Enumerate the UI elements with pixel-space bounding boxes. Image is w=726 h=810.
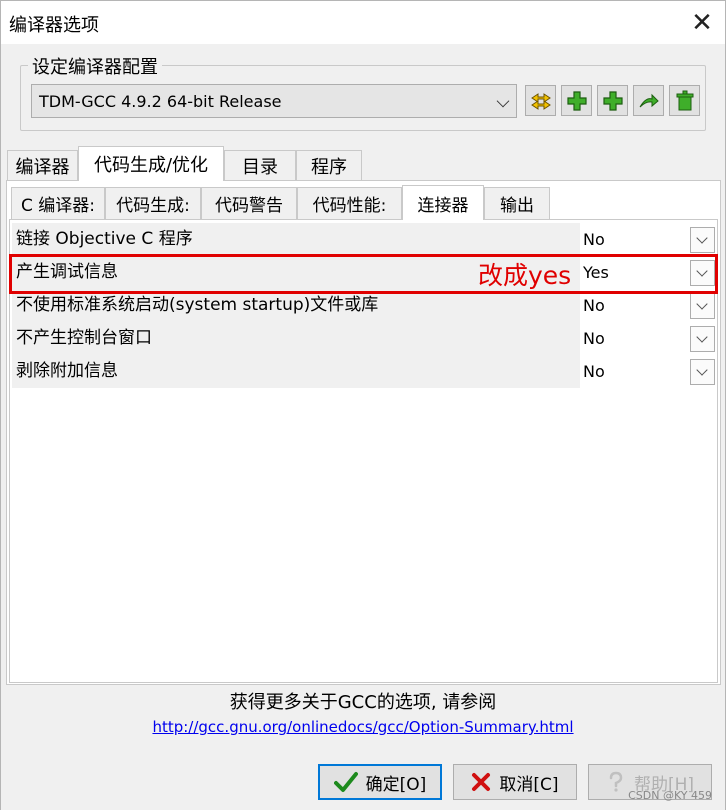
delete-icon: [676, 90, 693, 110]
chevron-down-icon[interactable]: [690, 293, 715, 319]
import-compiler-button[interactable]: [633, 85, 664, 116]
tab-code-warnings[interactable]: 代码警告: [201, 187, 297, 219]
tab-label: 编译器: [15, 156, 70, 178]
close-icon: ✕: [691, 8, 713, 38]
tab-label: 目录: [242, 156, 278, 178]
compiler-set-value: TDM-GCC 4.9.2 64-bit Release: [39, 92, 282, 111]
tab-label: 代码生成:: [116, 196, 190, 216]
close-button[interactable]: ✕: [679, 1, 725, 45]
cancel-button[interactable]: 取消[C]: [453, 764, 577, 800]
ok-label: 确定[O]: [365, 774, 427, 795]
checkmark-icon: [333, 772, 358, 792]
import-icon: [639, 93, 659, 107]
info-text: 获得更多关于GCC的选项, 请参阅: [229, 692, 497, 713]
delete-compiler-button[interactable]: [669, 85, 700, 116]
compiler-set-select[interactable]: TDM-GCC 4.9.2 64-bit Release: [31, 84, 517, 118]
option-value[interactable]: No: [583, 223, 701, 256]
chevron-down-icon[interactable]: [690, 227, 715, 253]
tab-label: 代码生成/优化: [93, 155, 209, 176]
add-blank-compiler-button[interactable]: [597, 85, 628, 116]
option-label: 剥除附加信息: [12, 355, 580, 388]
chevron-down-icon[interactable]: [690, 359, 715, 385]
tab-output[interactable]: 输出: [484, 187, 550, 219]
option-row: 剥除附加信息 No: [12, 355, 716, 388]
option-row: 链接 Objective C 程序 No: [12, 223, 716, 256]
watermark: CSDN @KY 459: [628, 789, 712, 802]
tab-codegen-optimization[interactable]: 代码生成/优化: [78, 146, 224, 181]
tab-label: 程序: [311, 156, 347, 178]
chevron-down-icon: [496, 94, 510, 108]
tab-code-generation[interactable]: 代码生成:: [105, 187, 201, 219]
ok-button[interactable]: 确定[O]: [318, 764, 442, 800]
tab-label: 连接器: [417, 195, 469, 216]
rename-compiler-button[interactable]: [525, 85, 556, 116]
tab-directories[interactable]: 目录: [224, 150, 296, 180]
compiler-set-label: 设定编译器配置: [28, 53, 162, 79]
rename-icon: [530, 92, 551, 110]
cancel-label: 取消[C]: [499, 774, 559, 795]
tab-compiler[interactable]: 编译器: [7, 150, 78, 180]
annotation-text: 改成yes: [478, 261, 572, 290]
tab-c-compiler[interactable]: C 编译器:: [11, 187, 105, 219]
chevron-down-icon[interactable]: [690, 326, 715, 352]
title-bar: 编译器选项 ✕: [0, 0, 726, 44]
option-value[interactable]: No: [583, 355, 701, 388]
option-label: 不产生控制台窗口: [12, 322, 580, 355]
tab-label: 代码性能:: [312, 196, 387, 216]
option-row: 不产生控制台窗口 No: [12, 322, 716, 355]
help-icon: [609, 771, 623, 792]
tab-programs[interactable]: 程序: [296, 150, 362, 180]
tab-label: C 编译器:: [20, 196, 95, 216]
tab-code-performance[interactable]: 代码性能:: [297, 187, 402, 219]
window-title: 编译器选项: [9, 15, 99, 36]
annotation-highlight-box: [9, 254, 718, 294]
tab-label: 输出: [500, 196, 534, 216]
tab-linker[interactable]: 连接器: [402, 185, 484, 220]
option-value[interactable]: No: [583, 322, 701, 355]
tab-label: 代码警告: [215, 196, 283, 216]
gcc-options-link[interactable]: http://gcc.gnu.org/onlinedocs/gcc/Option…: [0, 718, 726, 736]
add-icon: [566, 90, 587, 111]
add-blank-icon: [602, 90, 623, 111]
option-label: 链接 Objective C 程序: [12, 223, 580, 256]
cross-icon: [472, 773, 491, 791]
add-compiler-button[interactable]: [561, 85, 592, 116]
